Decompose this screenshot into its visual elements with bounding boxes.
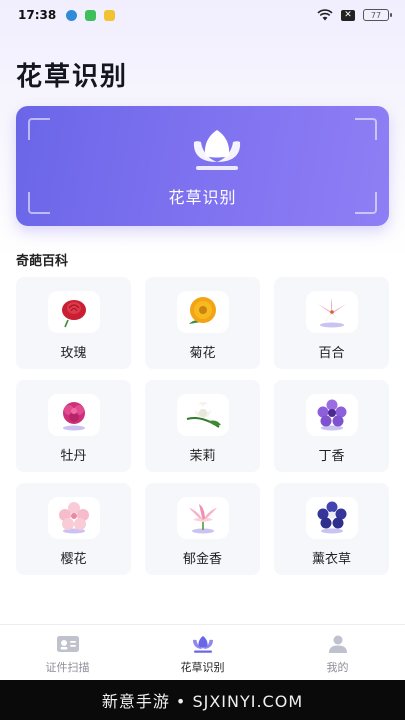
jasmine-icon	[186, 402, 221, 428]
flower-card-tulip[interactable]: 郁金香	[145, 483, 260, 575]
flower-label: 茉莉	[189, 449, 216, 464]
flower-card-jasmine[interactable]: 茉莉	[145, 380, 260, 472]
flower-card-sakura[interactable]: 樱花	[16, 483, 131, 575]
tab-label: 证件扫描	[45, 661, 90, 674]
flower-label: 樱花	[60, 552, 87, 567]
flower-card-lily[interactable]: 百合	[274, 277, 389, 369]
lotus-icon	[193, 130, 241, 170]
lilac-icon	[317, 399, 346, 431]
flower-label: 玫瑰	[60, 346, 87, 361]
plant-identify-label: 花草识别	[168, 188, 237, 207]
flower-card-peony[interactable]: 牡丹	[16, 380, 131, 472]
battery-icon: 77	[363, 9, 392, 21]
flower-thumbnail	[305, 394, 358, 436]
lily-icon	[317, 298, 346, 328]
flower-label: 薰衣草	[311, 552, 351, 567]
flower-label: 郁金香	[182, 552, 222, 567]
peony-icon	[62, 402, 85, 431]
flower-label: 丁香	[318, 449, 345, 464]
watermark-banner: 新意手游 • SJXINYI.COM	[0, 680, 405, 720]
rose-icon	[61, 300, 86, 328]
tab-plant-identify[interactable]: 花草识别	[135, 625, 270, 680]
flower-thumbnail	[305, 497, 358, 539]
flower-label: 百合	[318, 346, 345, 361]
status-bar: 17:38 ✕ 77	[0, 0, 405, 30]
notification-app-icon	[85, 9, 97, 21]
flower-card-lilac[interactable]: 丁香	[274, 380, 389, 472]
id-card-icon	[56, 636, 79, 652]
section-title: 奇葩百科	[16, 254, 69, 269]
notification-app-icon	[104, 9, 116, 21]
flower-thumbnail	[176, 394, 229, 436]
tab-label: 我的	[326, 661, 349, 674]
scan-frame-corner	[28, 118, 50, 140]
flower-thumbnail	[305, 291, 358, 333]
flower-encyclopedia-grid: 玫瑰 菊花 百合 牡丹 茉莉 丁香 樱花 郁金香 薰衣草	[16, 277, 389, 575]
flower-thumbnail	[47, 291, 100, 333]
lavender-icon	[317, 501, 346, 534]
flower-thumbnail	[176, 291, 229, 333]
sim-disabled-icon: ✕	[341, 9, 355, 21]
sakura-icon	[58, 502, 89, 534]
tab-id-scan[interactable]: 证件扫描	[0, 625, 135, 680]
plant-identify-button[interactable]: 花草识别	[16, 106, 389, 226]
flower-card-rose[interactable]: 玫瑰	[16, 277, 131, 369]
bottom-tab-bar: 证件扫描 花草识别 我的	[0, 624, 405, 680]
wifi-icon	[317, 9, 333, 21]
status-time: 17:38	[18, 8, 57, 22]
flower-card-lavender[interactable]: 薰衣草	[274, 483, 389, 575]
flower-thumbnail	[47, 394, 100, 436]
scan-frame-corner	[355, 118, 377, 140]
chrysanthemum-icon	[188, 297, 216, 324]
tab-profile[interactable]: 我的	[270, 625, 405, 680]
flower-label: 菊花	[189, 346, 216, 361]
page-title: 花草识别	[16, 62, 129, 92]
flower-label: 牡丹	[60, 449, 87, 464]
lotus-icon	[192, 636, 213, 653]
flower-thumbnail	[47, 497, 100, 539]
flower-thumbnail	[176, 497, 229, 539]
person-icon	[328, 635, 347, 653]
flower-card-chrysanthemum[interactable]: 菊花	[145, 277, 260, 369]
tab-label: 花草识别	[180, 661, 225, 674]
tulip-icon	[188, 504, 217, 534]
notification-app-icon	[66, 9, 78, 21]
